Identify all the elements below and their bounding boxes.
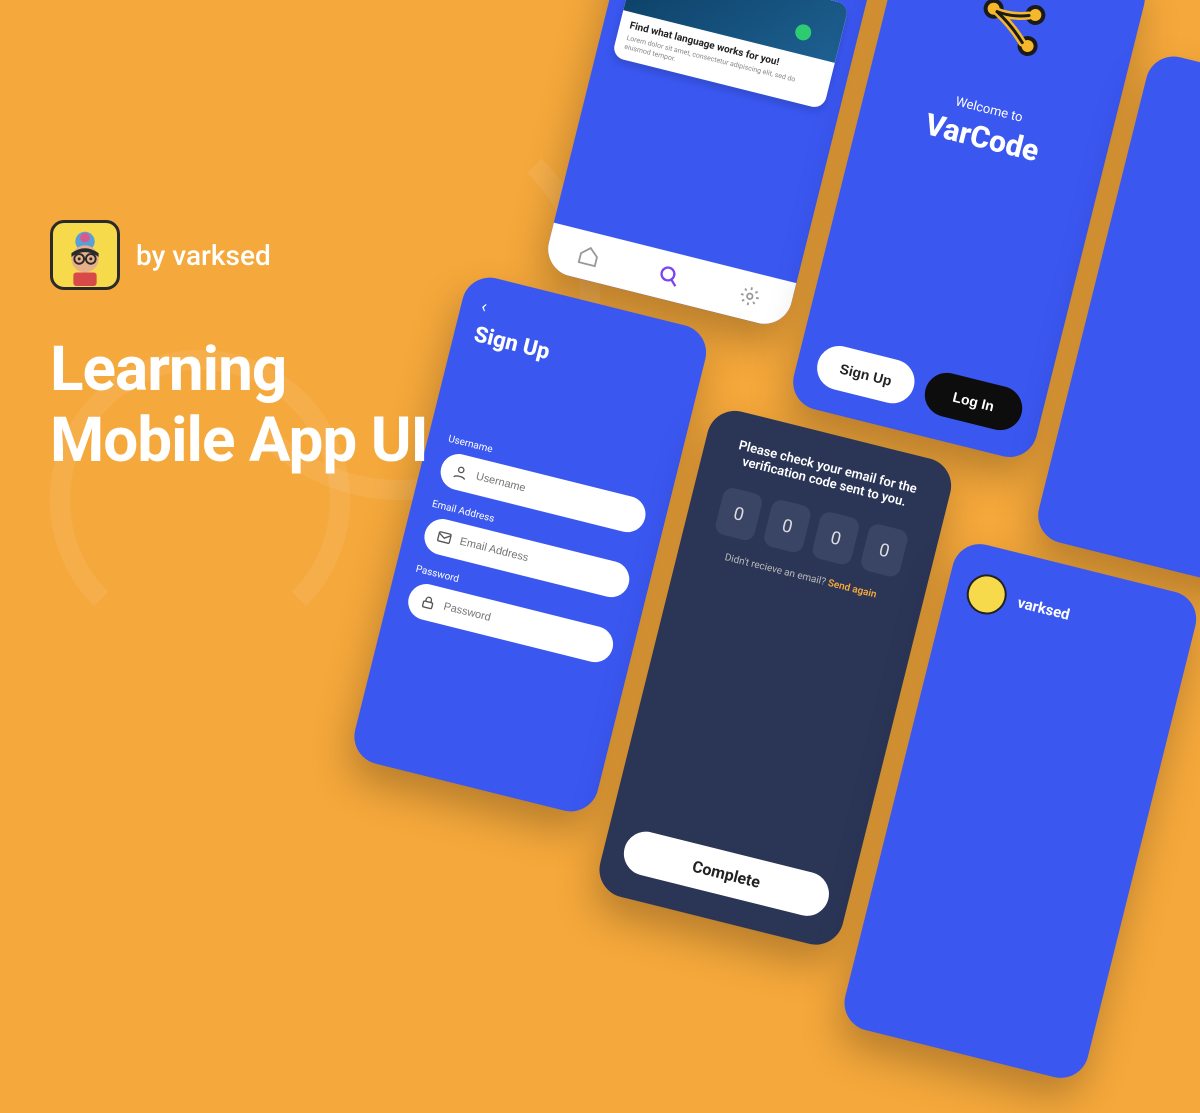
profile-avatar[interactable] xyxy=(962,570,1010,618)
complete-button[interactable]: Complete xyxy=(619,827,833,920)
author-row: by varksed xyxy=(50,220,428,290)
signup-button[interactable]: Sign Up xyxy=(812,341,919,408)
feature-card[interactable]: Find what language works for you! Lorem … xyxy=(612,0,850,110)
login-button[interactable]: Log In xyxy=(920,368,1027,435)
title-line-1: Learning xyxy=(50,333,286,406)
home-icon[interactable] xyxy=(575,243,602,270)
author-avatar xyxy=(50,220,120,290)
code-digit[interactable]: 0 xyxy=(714,486,764,542)
byline-text: by varksed xyxy=(136,239,271,272)
code-digit[interactable]: 0 xyxy=(859,522,909,578)
lock-icon xyxy=(418,593,437,612)
search-icon[interactable] xyxy=(656,263,683,290)
resend-link[interactable]: Send again xyxy=(827,578,878,601)
user-icon xyxy=(451,463,470,482)
gear-icon[interactable] xyxy=(737,283,764,310)
mail-icon xyxy=(435,528,454,547)
profile-username: varksed xyxy=(1016,593,1072,623)
app-name: VarCode xyxy=(921,107,1042,169)
page-title: Learning Mobile App UI xyxy=(50,334,428,477)
varcode-logo-icon xyxy=(959,0,1056,83)
code-digit[interactable]: 0 xyxy=(811,510,861,566)
code-digit[interactable]: 0 xyxy=(762,498,812,554)
title-line-2: Mobile App UI xyxy=(50,404,428,477)
